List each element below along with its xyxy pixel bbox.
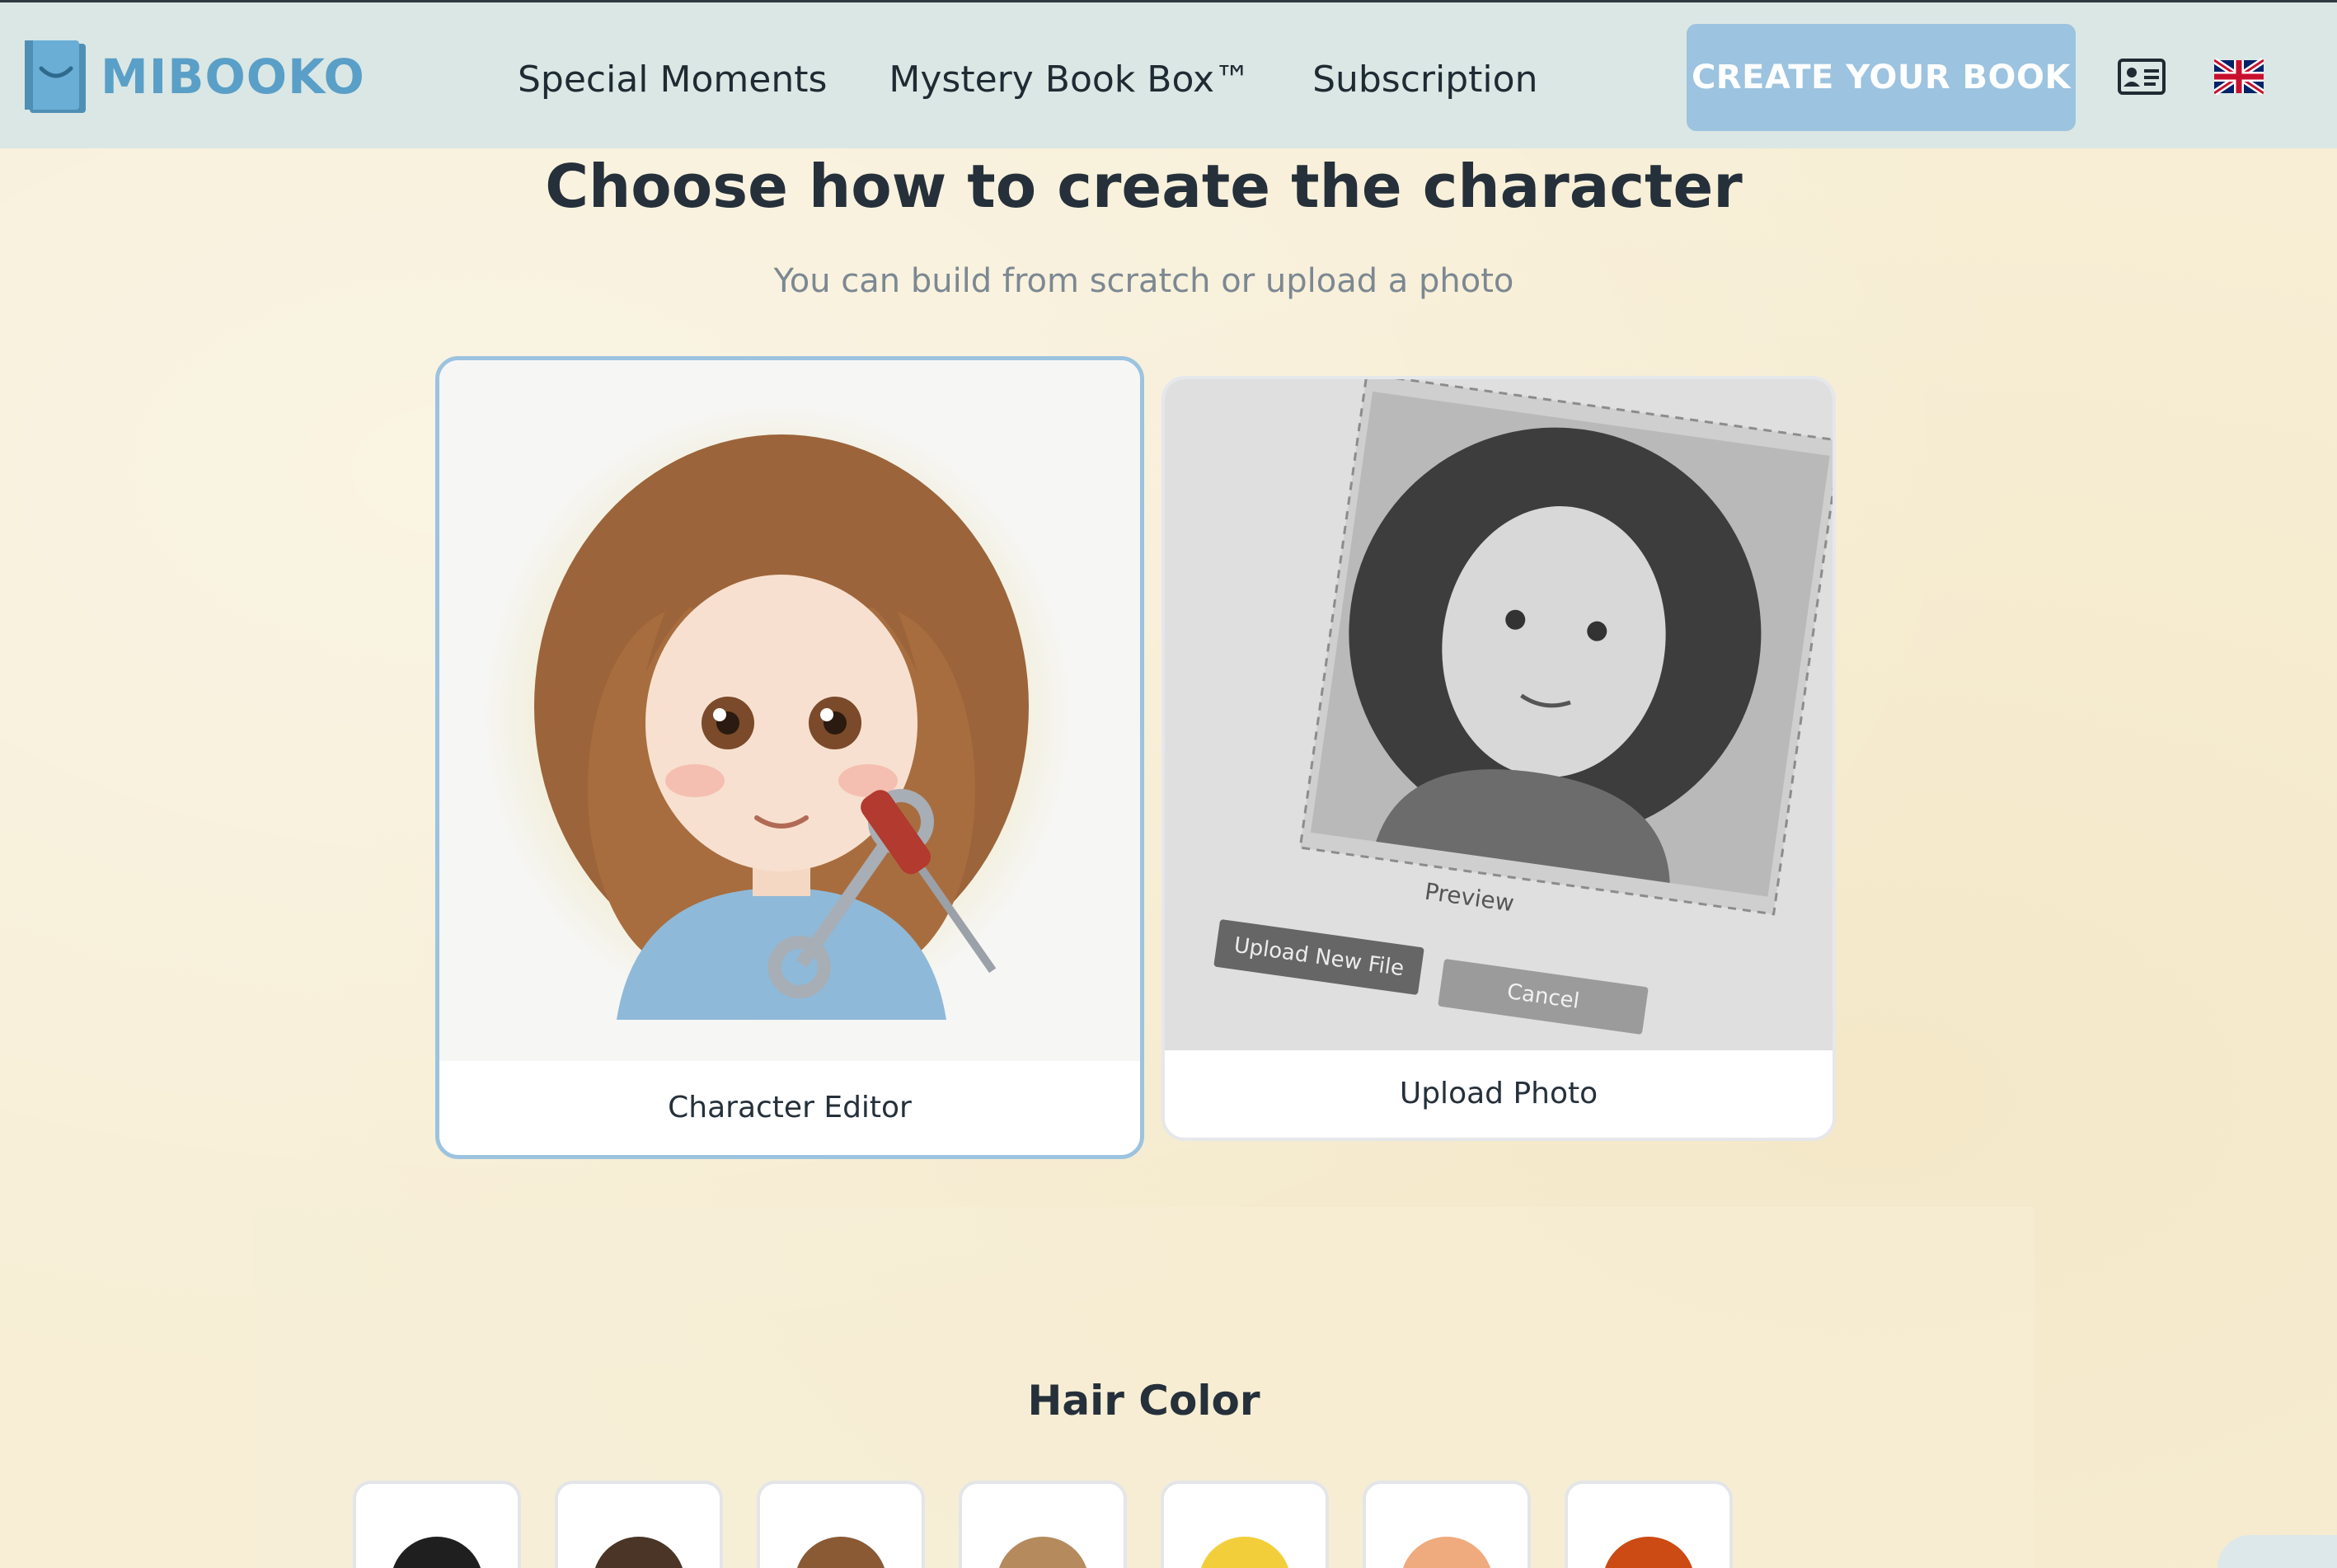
hair-color-blob <box>1199 1537 1291 1568</box>
logo[interactable]: MIBOOKO <box>23 35 365 118</box>
character-editor-illustration <box>439 360 1140 1061</box>
id-card-icon <box>2118 59 2166 95</box>
hair-color-blob <box>1603 1537 1695 1568</box>
page-subtitle: You can build from scratch or upload a p… <box>773 262 1514 300</box>
nav-special-moments[interactable]: Special Moments <box>518 59 827 101</box>
book-logo-icon <box>25 40 86 113</box>
upload-photo-illustration: Preview Upload New File Cancel <box>1165 379 1833 1050</box>
hair-swatch-light-brown[interactable] <box>959 1481 1127 1568</box>
nav-subscription[interactable]: Subscription <box>1312 59 1537 101</box>
upload-photo-label: Upload Photo <box>1399 1077 1598 1110</box>
character-editor-card[interactable]: Character Editor <box>435 356 1144 1159</box>
hair-color-blob <box>1401 1537 1493 1568</box>
site-header: MIBOOKO Special Moments Mystery Book Box… <box>0 0 2337 148</box>
upload-photo-card[interactable]: Preview Upload New File Cancel Upload Ph… <box>1161 376 1836 1141</box>
hair-swatch-red[interactable] <box>1565 1481 1733 1568</box>
character-editor-label: Character Editor <box>668 1091 912 1124</box>
logo-text: MIBOOKO <box>101 49 365 105</box>
create-your-book-button[interactable]: CREATE YOUR BOOK <box>1687 24 2076 131</box>
hair-color-blob <box>795 1537 887 1568</box>
main-nav: Special Moments Mystery Book Box™ Subscr… <box>518 50 1537 108</box>
hair-color-blob <box>391 1537 483 1568</box>
hair-color-title: Hair Color <box>1027 1377 1260 1425</box>
girl-cartoon-image <box>481 401 1074 1028</box>
hair-color-blob <box>997 1537 1089 1568</box>
language-selector[interactable] <box>2214 52 2264 101</box>
uk-flag-icon <box>2214 59 2264 95</box>
hair-swatch-dark-brown[interactable] <box>555 1481 723 1568</box>
hair-color-blob <box>593 1537 685 1568</box>
chat-widget-button[interactable] <box>2217 1535 2337 1568</box>
hair-swatch-brown[interactable] <box>757 1481 925 1568</box>
hair-swatch-black[interactable] <box>353 1481 521 1568</box>
hair-swatch-strawberry[interactable] <box>1363 1481 1531 1568</box>
nav-mystery-book-box[interactable]: Mystery Book Box™ <box>889 59 1251 101</box>
page-title: Choose how to create the character <box>545 152 1743 221</box>
hair-swatch-blonde[interactable] <box>1161 1481 1329 1568</box>
account-button[interactable] <box>2117 52 2166 101</box>
